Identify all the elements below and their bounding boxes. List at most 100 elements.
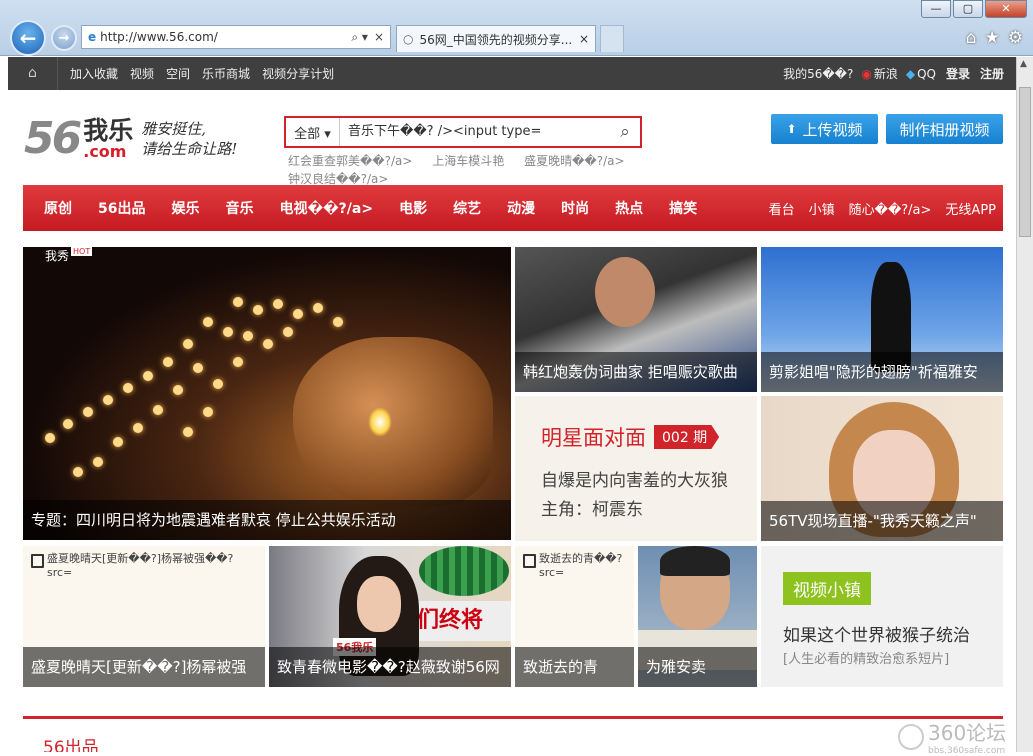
window-controls: — ▢ ✕ xyxy=(919,0,1027,18)
watermelon-image xyxy=(419,546,509,596)
watermark-big: 360论坛 xyxy=(928,721,1007,745)
maximize-button[interactable]: ▢ xyxy=(953,0,983,18)
search-input[interactable]: 音乐下午��? /><input type= xyxy=(340,119,610,145)
site-home-icon[interactable]: ⌂ xyxy=(8,57,58,90)
make-album-button[interactable]: 制作相册视频 xyxy=(886,114,1003,144)
album-label: 制作相册视频 xyxy=(899,120,990,139)
watermark-small: bbs.360safe.com xyxy=(928,746,1006,756)
star-interview-tile[interactable]: 明星面对面 002 期 自爆是内向害羞的大灰狼 主角：柯震东 xyxy=(515,396,757,541)
tab-close-icon[interactable]: × xyxy=(579,32,589,46)
hot-search-link[interactable]: 上海车模斗艳 xyxy=(432,154,504,168)
hot-search-link[interactable]: 钟汉良结��?/a> xyxy=(288,172,388,186)
settings-gear-icon[interactable]: ⚙ xyxy=(1008,28,1023,48)
feature-tile[interactable]: 韩红炮轰伪词曲家 拒唱赈灾歌曲 xyxy=(515,247,757,392)
scrollbar-thumb[interactable] xyxy=(1019,87,1031,237)
channel-tab[interactable]: 电影 xyxy=(386,198,440,218)
topbar-link[interactable]: 视频分享计划 xyxy=(262,65,334,82)
interview-subtitle: 自爆是内向害羞的大灰狼 xyxy=(541,471,728,491)
slogan-line-2: 请给生命让路! xyxy=(141,139,238,158)
upload-video-button[interactable]: ⬆ 上传视频 xyxy=(771,114,878,144)
candle-flame xyxy=(368,407,392,437)
register-link[interactable]: 注册 xyxy=(980,65,1004,82)
feature-tile[interactable]: 56TV现场直播-"我秀天籁之声" xyxy=(761,396,1003,541)
video-thumb[interactable]: 致逝去的青��? src= 致逝去的青 xyxy=(515,546,634,687)
channel-tab[interactable]: 电视��?/a> xyxy=(266,198,386,218)
search-category-select[interactable]: 全部 ▾ xyxy=(286,118,340,146)
channel-tab[interactable]: 动漫 xyxy=(494,198,548,218)
feature-tile[interactable]: 剪影姐唱"隐形的翅膀"祈福雅安 xyxy=(761,247,1003,392)
weibo-link[interactable]: 新浪 xyxy=(874,65,898,82)
channel-tab[interactable]: 音乐 xyxy=(212,198,266,218)
channel-tab[interactable]: 热点 xyxy=(602,198,656,218)
video-thumb[interactable]: 为雅安卖 xyxy=(638,546,757,687)
forward-arrow-icon: → xyxy=(58,30,70,46)
close-window-button[interactable]: ✕ xyxy=(985,0,1027,18)
video-town-tile[interactable]: 视频小镇 如果这个世界被猴子统治 [人生必看的精致治愈系短片] xyxy=(761,546,1003,687)
logo-cn: 我乐 xyxy=(83,115,134,145)
video-town-title: 如果这个世界被猴子统治 xyxy=(783,626,970,646)
tile-caption: 剪影姐唱"隐形的翅膀"祈福雅安 xyxy=(761,352,1003,392)
hot-search-link[interactable]: 盛夏晚晴��?/a> xyxy=(524,154,624,168)
site-topbar: ⌂ 加入收藏 视频 空间 乐币商城 视频分享计划 我的56��? ◉ 新浪 ◆ … xyxy=(8,57,1016,90)
browser-tab[interactable]: ○ 56网_中国领先的视频分享... × xyxy=(396,25,596,52)
channel-tab[interactable]: 娱乐 xyxy=(158,198,212,218)
back-button[interactable]: ← xyxy=(10,20,46,56)
web-page: ⌂ 加入收藏 视频 空间 乐币商城 视频分享计划 我的56��? ◉ 新浪 ◆ … xyxy=(8,57,1016,752)
logo-com: .com xyxy=(83,141,127,161)
home-icon[interactable]: ⌂ xyxy=(966,28,977,48)
channel-tab[interactable]: 56出品 xyxy=(85,198,158,218)
person-image xyxy=(595,257,655,327)
channel-tab[interactable]: 原创 xyxy=(31,198,85,218)
topbar-link[interactable]: 乐币商城 xyxy=(202,65,250,82)
site-logo[interactable]: 56 我乐 .com 雅安挺住, 请给生命让路! xyxy=(24,113,237,164)
video-thumb[interactable]: 我们终将 56我乐 致青春微电影��?赵薇致谢56网 xyxy=(269,546,511,687)
topbar-link[interactable]: 加入收藏 xyxy=(70,65,118,82)
slogan-line-1: 雅安挺住, xyxy=(141,119,207,138)
hot-search-link[interactable]: 红会重查郭美��?/a> xyxy=(288,154,412,168)
forward-button[interactable]: → xyxy=(51,25,77,51)
section-title[interactable]: 56出品 xyxy=(43,738,99,752)
address-stop-icon[interactable]: × xyxy=(374,30,384,44)
tile-caption: 专题：四川明日将为地震遇难者默哀 停止公共娱乐活动 xyxy=(23,500,511,540)
hot-badge: HOT xyxy=(71,247,93,256)
topbar-link[interactable]: 视频 xyxy=(130,65,154,82)
channel-link[interactable]: 看台 xyxy=(762,199,802,218)
login-link[interactable]: 登录 xyxy=(946,65,970,82)
topbar-account: 我的56��? ◉ 新浪 ◆ QQ 登录 注册 xyxy=(775,65,1004,82)
topbar-link[interactable]: 空间 xyxy=(166,65,190,82)
qq-icon[interactable]: ◆ xyxy=(906,67,915,81)
new-tab-button[interactable] xyxy=(600,25,624,52)
address-url[interactable]: http://www.56.com/ xyxy=(100,30,345,44)
logo-56: 56 xyxy=(24,113,82,164)
section-header: 56出品 xyxy=(23,716,1003,752)
address-search-icon[interactable]: ⌕ ▾ xyxy=(351,30,368,45)
channel-tab[interactable]: 时尚 xyxy=(548,198,602,218)
channel-link[interactable]: 无线APP xyxy=(938,199,1003,218)
minimize-button[interactable]: — xyxy=(921,0,951,18)
tile-caption: 56TV现场直播-"我秀天籁之声" xyxy=(761,501,1003,541)
feature-main-tile[interactable]: 我秀 HOT 专题：四川明日将为地震遇难者默哀 停止公共娱乐活动 xyxy=(23,247,511,540)
channel-link[interactable]: 随心��?/a> xyxy=(842,199,939,218)
channel-nav-right: 看台 小镇 随心��?/a> 无线APP xyxy=(762,199,1003,218)
channel-tab[interactable]: 搞笑 xyxy=(656,198,710,218)
qq-link[interactable]: QQ xyxy=(917,67,936,81)
video-thumb[interactable]: 盛夏晚晴天[更新��?]杨幂被强��? src= 盛夏晚晴天[更新��?]杨幂被… xyxy=(23,546,265,687)
logo-wordmark: 我乐 .com xyxy=(83,115,134,161)
my56-link[interactable]: 我的56��? xyxy=(783,65,853,82)
address-bar[interactable]: e http://www.56.com/ ⌕ ▾ × xyxy=(81,25,391,49)
upload-label: 上传视频 xyxy=(802,120,863,139)
favorites-star-icon[interactable]: ★ xyxy=(985,28,1000,48)
scroll-up-icon[interactable]: ▲ xyxy=(1020,59,1027,69)
watermark: 360论坛 bbs.360safe.com xyxy=(898,717,1006,756)
weibo-icon[interactable]: ◉ xyxy=(861,67,871,81)
vertical-scrollbar[interactable]: ▲ xyxy=(1016,57,1033,752)
search-icon[interactable]: ⌕ xyxy=(610,122,640,142)
hot-searches: 红会重查郭美��?/a> 上海车模斗艳 盛夏晚晴��?/a> 钟汉良结��?/a… xyxy=(288,152,648,188)
tile-caption: 盛夏晚晴天[更新��?]杨幂被强 xyxy=(23,647,265,687)
channel-link[interactable]: 小镇 xyxy=(802,199,842,218)
interview-header: 明星面对面 002 期 xyxy=(541,422,757,452)
browser-tools: ⌂ ★ ⚙ xyxy=(966,28,1023,48)
tile-caption: 韩红炮轰伪词曲家 拒唱赈灾歌曲 xyxy=(515,352,757,392)
hot-label: 我秀 HOT xyxy=(45,247,93,264)
channel-tab[interactable]: 综艺 xyxy=(440,198,494,218)
